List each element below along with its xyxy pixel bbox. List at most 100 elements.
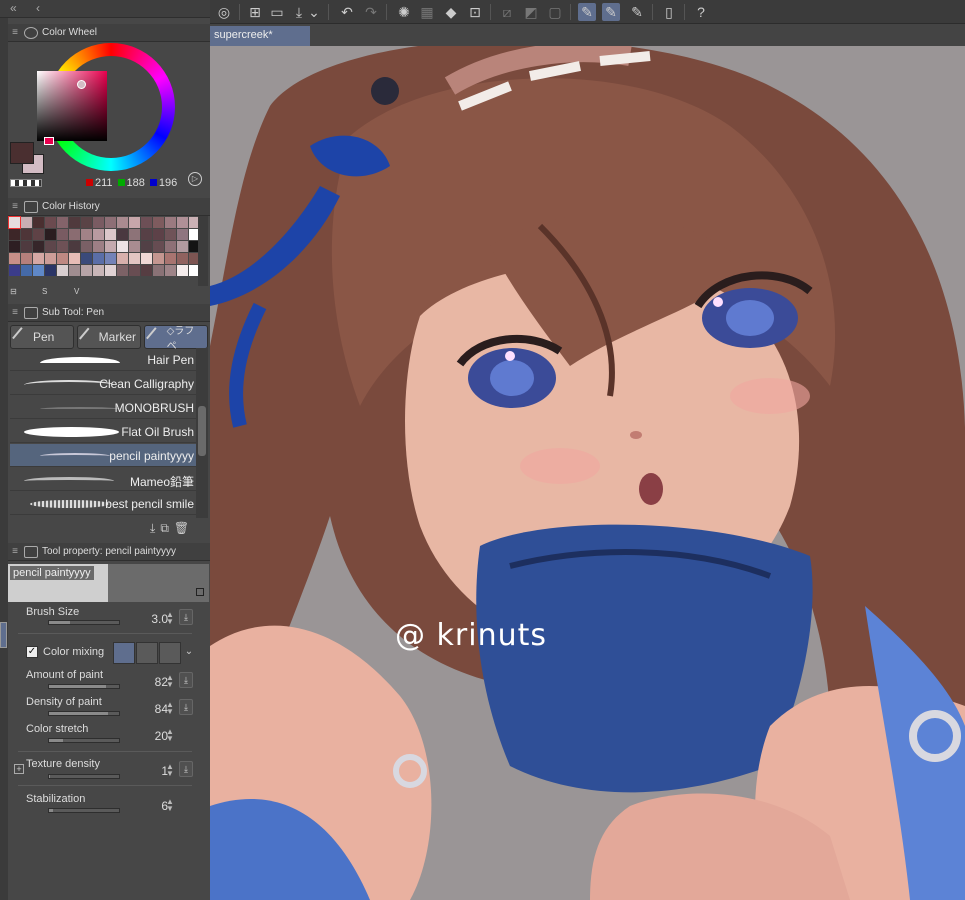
color-history-swatch[interactable] (153, 241, 164, 252)
loading-icon[interactable]: ✺ (395, 3, 413, 21)
color-history-swatch[interactable] (153, 217, 164, 228)
texture-value[interactable]: 1 (146, 764, 168, 778)
spin-icon[interactable]: ▲ ▼ (166, 611, 174, 626)
pressure-settings-icon[interactable]: ⤓ (179, 699, 193, 715)
tab-pen[interactable]: Pen (10, 325, 74, 349)
color-history-swatch[interactable] (141, 241, 152, 252)
tab-document[interactable]: supercreek* (210, 26, 310, 46)
sv-cursor[interactable] (77, 80, 86, 89)
color-history-swatch[interactable] (141, 265, 152, 276)
color-history-swatch[interactable] (93, 241, 104, 252)
amount-value[interactable]: 82 (146, 675, 168, 689)
list-item-selected[interactable]: pencil paintyyyy (10, 444, 196, 467)
spin-icon[interactable]: ▲ ▼ (166, 798, 174, 813)
list-item[interactable]: Clean Calligraphy (10, 372, 196, 395)
color-history-swatch[interactable] (129, 265, 140, 276)
color-history-swatch[interactable] (129, 229, 140, 240)
chevron-left-icon[interactable]: ‹ (36, 1, 40, 15)
stabilization-value[interactable]: 6 (146, 799, 168, 813)
tab-rough-pen[interactable]: ◇ラフペ (144, 325, 208, 352)
color-history-swatch[interactable] (81, 253, 92, 264)
smartphone-icon[interactable]: ▯ (660, 3, 678, 21)
color-history-swatch[interactable] (57, 265, 68, 276)
color-history-swatch[interactable] (93, 253, 104, 264)
chevron-down-icon[interactable]: ⌄ (182, 642, 196, 664)
color-history-swatch[interactable] (177, 241, 188, 252)
list-item[interactable]: Flat Oil Brush (10, 420, 196, 443)
spin-icon[interactable]: ▲ ▼ (166, 674, 174, 689)
color-history-swatch[interactable] (81, 265, 92, 276)
color-history-swatch[interactable] (105, 217, 116, 228)
color-history-swatch[interactable] (45, 217, 56, 228)
color-history-swatch[interactable] (69, 217, 80, 228)
import-brush-icon[interactable]: ⤓ (150, 521, 155, 536)
brush-size-value[interactable]: 3.0 (146, 612, 168, 626)
color-history-swatch[interactable] (165, 253, 176, 264)
color-history-swatch[interactable] (105, 229, 116, 240)
open-icon[interactable]: ▭ (268, 3, 286, 21)
color-history-swatch[interactable] (177, 217, 188, 228)
mix-mode-3[interactable] (159, 642, 181, 664)
color-history-swatch[interactable] (117, 253, 128, 264)
color-history-swatch[interactable] (57, 229, 68, 240)
color-history-swatch[interactable] (93, 265, 104, 276)
color-history-swatch[interactable] (21, 253, 32, 264)
mix-mode-1[interactable] (113, 642, 135, 664)
color-history-swatch[interactable] (33, 229, 44, 240)
color-history-swatch[interactable] (81, 229, 92, 240)
color-history-swatch[interactable] (9, 265, 20, 276)
color-history-swatch[interactable] (177, 265, 188, 276)
brush-list-scrollbar[interactable] (196, 348, 208, 518)
color-history-swatch[interactable] (165, 265, 176, 276)
transparent-color-swatch[interactable] (10, 179, 42, 187)
color-mode-toggle-icon[interactable]: ▷ (188, 172, 202, 186)
color-history-swatch[interactable] (57, 253, 68, 264)
color-history-swatch[interactable] (9, 253, 20, 264)
main-color-swatch[interactable] (10, 142, 34, 164)
color-history-swatch[interactable] (177, 229, 188, 240)
export-icon[interactable]: ⤓ (290, 3, 308, 21)
transform-icon[interactable]: ⊡ (466, 3, 484, 21)
color-history-swatch[interactable] (9, 241, 20, 252)
density-value[interactable]: 84 (146, 702, 168, 716)
pen-pressure-icon[interactable]: ✎ (602, 3, 620, 21)
color-history-swatch[interactable] (33, 253, 44, 264)
list-item[interactable]: best pencil smile (10, 492, 196, 515)
pressure-settings-icon[interactable]: ⤓ (179, 761, 193, 777)
color-history-swatch[interactable] (69, 229, 80, 240)
history-tool-1[interactable]: ⊟ (10, 287, 17, 296)
color-history-swatch[interactable] (57, 241, 68, 252)
delete-brush-icon[interactable]: 🗑 (174, 521, 189, 536)
color-history-swatch[interactable] (33, 217, 44, 228)
color-history-swatch[interactable] (93, 217, 104, 228)
color-history-swatch[interactable] (21, 229, 32, 240)
color-history-swatch[interactable] (117, 229, 128, 240)
color-history-grid[interactable] (8, 216, 200, 284)
color-history-swatch[interactable] (21, 265, 32, 276)
color-history-swatch[interactable] (45, 229, 56, 240)
color-history-swatch[interactable] (177, 253, 188, 264)
color-history-swatch[interactable] (153, 229, 164, 240)
list-item[interactable]: Hair Pen (10, 348, 196, 371)
mix-mode-2[interactable] (136, 642, 158, 664)
color-history-swatch[interactable] (57, 217, 68, 228)
color-history-swatch[interactable] (141, 229, 152, 240)
dropdown-icon[interactable]: ⌄ (308, 3, 320, 21)
duplicate-brush-icon[interactable]: ⧉ (160, 521, 169, 536)
color-history-swatch[interactable] (129, 253, 140, 264)
panel-menu-icon[interactable]: ≡ (8, 27, 22, 38)
color-history-swatch[interactable] (21, 241, 32, 252)
color-history-swatch[interactable] (117, 217, 128, 228)
color-history-swatch[interactable] (165, 229, 176, 240)
saturation-value-square[interactable] (37, 71, 107, 141)
new-canvas-icon[interactable]: ⊞ (246, 3, 264, 21)
color-history-swatch[interactable] (117, 241, 128, 252)
color-history-swatch[interactable] (33, 241, 44, 252)
color-history-swatch[interactable] (129, 241, 140, 252)
color-history-swatch[interactable] (105, 253, 116, 264)
pen-stabilize-icon[interactable]: ✎ (578, 3, 596, 21)
color-history-swatch[interactable] (129, 217, 140, 228)
pen-tilt-icon[interactable]: ✎ (628, 3, 646, 21)
pressure-settings-icon[interactable]: ⤓ (179, 609, 193, 625)
stretch-value[interactable]: 20 (146, 729, 168, 743)
